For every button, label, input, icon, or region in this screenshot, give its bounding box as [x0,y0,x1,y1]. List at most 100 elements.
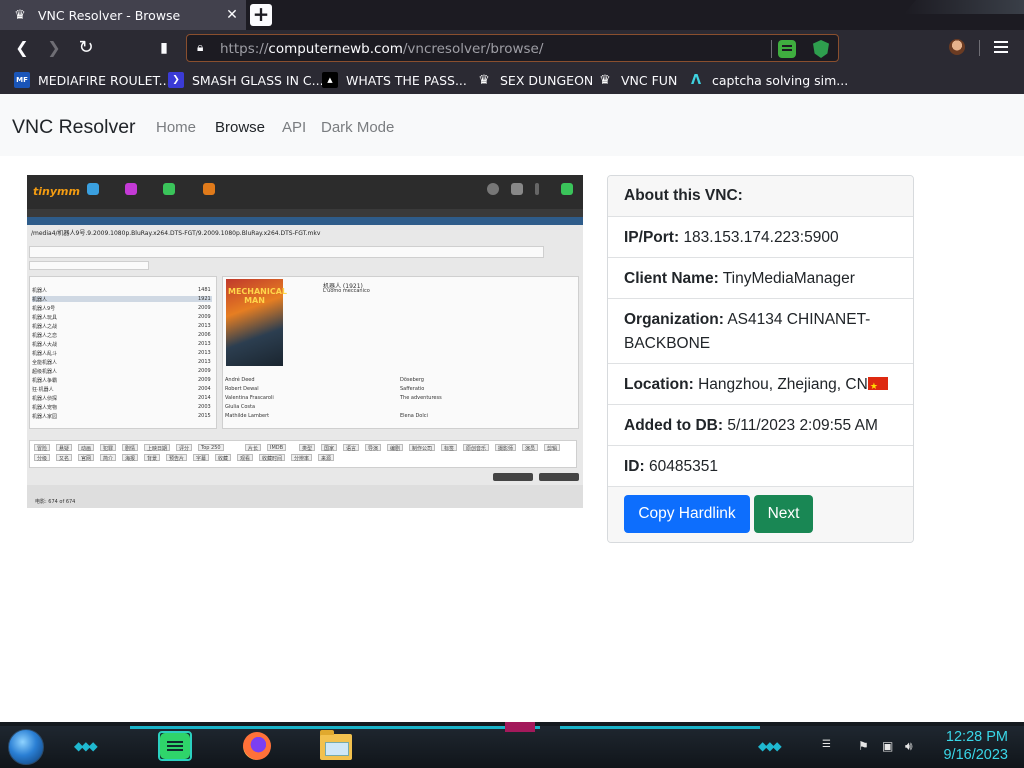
tag-chip: 预告片 [166,454,188,462]
nav-browse[interactable]: Browse [215,119,265,136]
bookmark-item[interactable]: ♛ VNC FUN [597,66,677,94]
back-icon[interactable]: ❮ [11,37,33,59]
tag-chip: 犯罪 [100,444,117,452]
tag-chip: 标签 [441,444,458,452]
site-navbar [0,94,1024,156]
tabstrip-decoration [904,0,1024,14]
bookmark-item[interactable]: ▲ WHATS THE PASS... [322,66,467,94]
bookmark-item[interactable]: ♛ SEX DUNGEON [476,66,593,94]
taskbar: ◆◆◆ ◆◆◆ ☰ ⚑ ▣ 🔊︎ 12:28 PM 9/16/2023 [0,722,1024,768]
firefox-icon[interactable] [243,732,271,760]
result-row: 狂·机器人 2004 [32,386,211,393]
menu-icon[interactable] [994,41,1008,53]
bookmark-item[interactable]: MF MEDIAFIRE ROULET... [14,66,171,94]
taskbar-band [0,726,1024,768]
tag-chip: 海报 [122,454,139,462]
file-explorer-icon[interactable] [320,730,352,760]
lock-icon: ▲ [322,72,338,88]
ip-value: 183.153.174.223:5900 [683,229,839,246]
new-tab-button[interactable]: + [250,4,272,26]
cast-row: Mathilde Lambert Elena Dolci [225,413,428,419]
bookmark-label: VNC FUN [621,72,678,88]
tag-chip: 国家 [321,444,338,452]
result-row: 机器人争霸 2009 [32,377,211,384]
nav-dark-mode[interactable]: Dark Mode [321,119,394,136]
added-label: Added to DB: [624,417,724,434]
flag-icon[interactable]: ⚑ [858,739,869,753]
network-icon[interactable]: ▣ [882,739,893,753]
tag-chip: 上映日期 [144,444,171,452]
bookmark-label: SMASH GLASS IN C... [192,72,324,88]
result-row: 机器人宠物 2003 [32,404,211,411]
thumb-ok-button [539,473,579,481]
id-row: ID: 60485351 [608,446,913,487]
result-row: 机器人家园 2015 [32,413,211,420]
forward-icon[interactable]: ❯ [43,37,65,59]
bookmark-item[interactable]: ❯ SMASH GLASS IN C... [168,66,324,94]
next-button[interactable]: Next [754,495,813,533]
volume-icon[interactable]: 🔊︎ [905,739,913,754]
status-text: 电影: 674 of 674 [35,499,76,505]
result-row: 机器人之战 2013 [32,323,211,330]
client-row: Client Name: TinyMediaManager [608,258,913,299]
tag-chip: 分级 [34,454,51,462]
export-icon [203,183,215,195]
id-label: ID: [624,458,645,475]
site-brand[interactable]: VNC Resolver [12,116,136,139]
close-tab-icon[interactable]: ✕ [222,7,242,23]
app-statusbar: 电影: 674 of 674 [27,485,583,508]
bookmark-item[interactable]: Λ captcha solving sim... [688,66,848,94]
result-row: 机器人乱斗 2013 [32,350,211,357]
mask-icon: ♛ [599,72,611,88]
about-header: About this VNC: [608,176,913,217]
account-avatar[interactable] [949,39,965,55]
copy-hardlink-button[interactable]: Copy Hardlink [624,495,750,533]
location-value: Hangzhou, Zhejiang, CN [698,376,868,393]
cast-row: André Deed Döseberg [225,377,424,383]
search-field [29,246,544,258]
tag-chip: 收藏 [215,454,232,462]
notes-extension-icon[interactable] [778,40,796,58]
tag-chip: 类型 [299,444,316,452]
shield-extension-icon[interactable] [813,40,829,58]
result-row: 机器人侦探 2014 [32,395,211,402]
location-label: Location: [624,376,694,393]
url-text[interactable]: https://computernewb.com/vncresolver/bro… [220,41,543,57]
tag-chip: 制作公司 [409,444,436,452]
bookmark-label: SEX DUNGEON [500,72,594,88]
browser-tab[interactable]: ♛ VNC Resolver - Browse ✕ [0,0,246,30]
added-value: 5/11/2023 2:09:55 AM [727,417,878,434]
tag-cloud: 冒险 悬疑 动画 犯罪 剧情 上映日期 评分 Top 250 片长 IMDB 类型 国家 语言 导演 编剧制… [29,440,577,468]
movie-title: 机器人 (1921) [323,283,363,290]
file-path: /media4/机器人9号.9.2009.1080p.BluRay.x264.D… [31,230,321,237]
tag-chip: 动画 [78,444,95,452]
clock-date: 9/16/2023 [943,747,1008,763]
clock[interactable]: 12:28 PM 9/16/2023 [943,728,1008,764]
tag-chip: 简介 [100,454,117,462]
tag-chip: 分辨率 [291,454,313,462]
result-row: 机器人之恋 2006 [32,332,211,339]
result-row: 机器人 1921 [32,296,212,303]
tag-chip: 剪辑 [544,444,561,452]
result-row: 机器人大战 2013 [32,341,211,348]
about-card: About this VNC: IP/Port: 183.153.174.223… [607,175,914,543]
cast-row: Giulia Costa [225,404,256,410]
settings-icon [487,183,499,195]
toolbar-separator [979,40,980,56]
result-row: 超级机器人 2009 [32,368,211,375]
bookmark-label: MEDIAFIRE ROULET... [38,72,171,88]
bookmark-icon[interactable]: ▮ [153,37,175,59]
bookmark-label: captcha solving sim... [712,72,849,88]
tag-chip: 片长 [245,444,262,452]
tag-chip: 摄影师 [495,444,517,452]
address-bar[interactable]: 🔒︎ https://computernewb.com/vncresolver/… [186,34,839,62]
nav-api[interactable]: API [282,119,306,136]
reload-icon[interactable]: ↻ [75,37,97,59]
start-button[interactable] [8,729,44,765]
nav-home[interactable]: Home [156,119,196,136]
edit-icon [163,183,175,195]
taskbar-decoration [505,722,535,732]
tray-lines-icon[interactable]: ☰ [822,739,831,750]
tag-chip: 来源 [318,454,335,462]
tag-chip: IMDB [267,444,287,451]
